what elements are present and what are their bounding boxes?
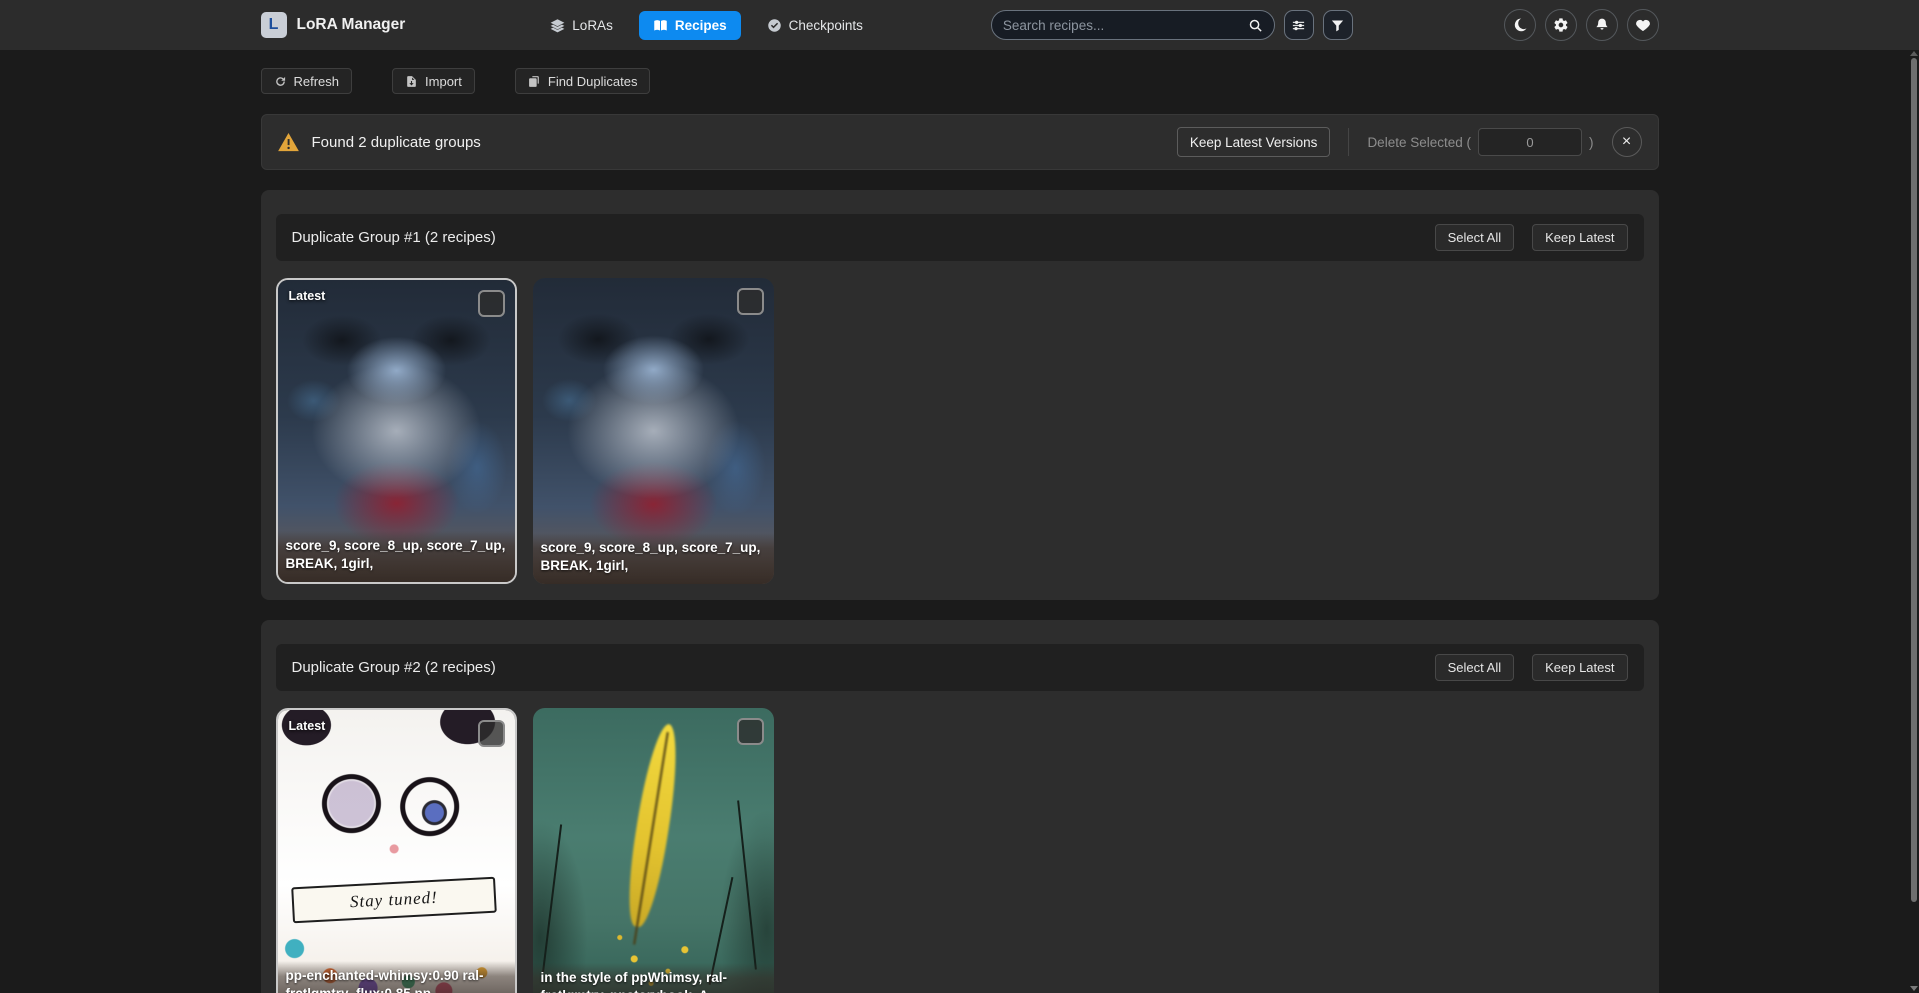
find-duplicates-button[interactable]: Find Duplicates [515, 68, 651, 94]
gear-icon [1553, 17, 1569, 33]
tab-recipes[interactable]: Recipes [639, 11, 741, 40]
group-2-select-all-button[interactable]: Select All [1435, 654, 1514, 681]
toolbar: Refresh Import Find Duplicates [261, 68, 1659, 94]
feather-art [621, 722, 685, 929]
sliders-icon [1291, 18, 1306, 33]
find-duplicates-label: Find Duplicates [548, 74, 638, 89]
refresh-icon [274, 75, 287, 88]
tab-checkpoints[interactable]: Checkpoints [767, 18, 863, 33]
recipe-image [533, 708, 774, 993]
funnel-icon [1330, 18, 1345, 33]
tab-loras[interactable]: LoRAs [550, 18, 613, 33]
group-1-header: Duplicate Group #1 (2 recipes) Select Al… [276, 214, 1644, 261]
recipe-checkbox[interactable] [478, 720, 505, 747]
group-1-select-all-button[interactable]: Select All [1435, 224, 1514, 251]
import-button[interactable]: Import [392, 68, 475, 94]
group-1-title: Duplicate Group #1 (2 recipes) [292, 229, 496, 246]
recipe-caption: pp-enchanted-whimsy:0.90 ral-frctlgmtry_… [278, 961, 515, 993]
settings-button[interactable] [1545, 9, 1577, 41]
app-title: LoRA Manager [297, 16, 406, 34]
delete-selected-suffix: ) [1589, 135, 1594, 150]
warning-icon [278, 133, 299, 152]
keep-latest-versions-button[interactable]: Keep Latest Versions [1177, 127, 1331, 157]
recipe-image: Stay tuned! [278, 710, 515, 993]
group-2-header: Duplicate Group #2 (2 recipes) Select Al… [276, 644, 1644, 691]
delete-selected-count: 0 [1478, 128, 1582, 156]
book-icon [653, 18, 668, 33]
close-icon: × [1622, 134, 1631, 150]
tab-loras-label: LoRAs [572, 18, 613, 33]
navbar-icon-cluster [1504, 9, 1659, 41]
latest-badge: Latest [289, 719, 326, 733]
duplicates-banner: Found 2 duplicate groups Keep Latest Ver… [261, 114, 1659, 170]
recipe-caption: score_9, score_8_up, score_7_up, BREAK, … [533, 533, 774, 584]
recipe-caption: in the style of ppWhimsy, ral-frctlgmtry… [533, 963, 774, 993]
group-2-keep-latest-button[interactable]: Keep Latest [1532, 654, 1627, 681]
recipe-checkbox[interactable] [737, 718, 764, 745]
layers-icon [550, 18, 565, 33]
recipe-card[interactable]: Latest score_9, score_8_up, score_7_up, … [276, 278, 517, 584]
app-logo[interactable]: L [261, 12, 287, 38]
scrollbar-thumb[interactable] [1911, 58, 1917, 902]
theme-toggle-button[interactable] [1504, 9, 1536, 41]
favorites-button[interactable] [1627, 9, 1659, 41]
search-input[interactable] [1003, 18, 1248, 33]
banner-close-button[interactable]: × [1612, 127, 1642, 157]
filter-button[interactable] [1323, 10, 1353, 40]
file-import-icon [405, 75, 418, 88]
moon-icon [1512, 17, 1528, 33]
duplicate-group-1: Duplicate Group #1 (2 recipes) Select Al… [261, 190, 1659, 600]
scroll-down-arrow[interactable] [1910, 986, 1918, 991]
scroll-up-arrow[interactable] [1910, 51, 1918, 56]
recipe-card[interactable]: score_9, score_8_up, score_7_up, BREAK, … [533, 278, 774, 584]
search-settings-button[interactable] [1284, 10, 1314, 40]
branch-art [737, 800, 757, 969]
tab-recipes-label: Recipes [675, 18, 727, 33]
tab-checkpoints-label: Checkpoints [789, 18, 863, 33]
search-box [991, 10, 1275, 40]
duplicates-icon [528, 75, 541, 88]
scrollbar [1911, 50, 1917, 993]
heart-icon [1635, 17, 1651, 33]
import-label: Import [425, 74, 462, 89]
group-2-title: Duplicate Group #2 (2 recipes) [292, 659, 496, 676]
check-circle-icon [767, 18, 782, 33]
recipe-card[interactable]: Stay tuned! Latest pp-enchanted-whimsy:0… [276, 708, 517, 993]
recipe-checkbox[interactable] [478, 290, 505, 317]
delete-selected-prefix: Delete Selected ( [1367, 135, 1471, 150]
latest-badge: Latest [289, 289, 326, 303]
refresh-label: Refresh [294, 74, 340, 89]
bell-icon [1594, 17, 1610, 33]
duplicate-group-2: Duplicate Group #2 (2 recipes) Select Al… [261, 620, 1659, 993]
recipe-caption: score_9, score_8_up, score_7_up, BREAK, … [278, 531, 515, 582]
recipe-checkbox[interactable] [737, 288, 764, 315]
refresh-button[interactable]: Refresh [261, 68, 353, 94]
nav-tabs: LoRAs Recipes Checkpoints [550, 11, 863, 40]
delete-selected-button[interactable]: Delete Selected ( 0 ) [1348, 128, 1593, 156]
logo-letter: L [269, 16, 279, 34]
notifications-button[interactable] [1586, 9, 1618, 41]
group-1-keep-latest-button[interactable]: Keep Latest [1532, 224, 1627, 251]
banner-message: Found 2 duplicate groups [312, 134, 481, 151]
search-icon [1248, 18, 1263, 33]
branch-art [541, 825, 561, 974]
navbar: L LoRA Manager LoRAs Recipes Checkpoints [0, 0, 1919, 50]
recipe-image-sign-text: Stay tuned! [291, 877, 496, 924]
recipe-card[interactable]: in the style of ppWhimsy, ral-frctlgmtry… [533, 708, 774, 993]
